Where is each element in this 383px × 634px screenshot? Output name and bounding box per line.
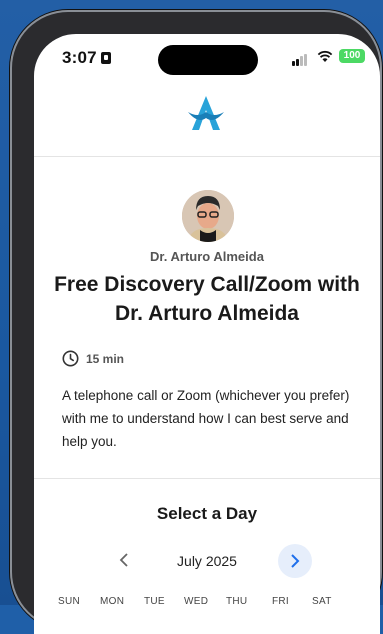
event-description: A telephone call or Zoom (whichever you … [62, 388, 350, 449]
current-month: July 2025 [177, 553, 237, 569]
status-time: 3:07 [62, 48, 111, 68]
clock-icon [62, 350, 79, 367]
dynamic-island [158, 45, 258, 75]
host-avatar [182, 190, 234, 242]
weekday-sat: SAT [312, 596, 332, 607]
phone-screen: 3:07 100 Dr. Arturo Almeida Free Discove… [34, 34, 380, 634]
status-time-text: 3:07 [62, 48, 97, 67]
section-divider [34, 478, 380, 479]
calendar-heading: Select a Day [156, 504, 258, 523]
weekday-header: SUN MON TUE WED THU FRI SAT [58, 596, 358, 612]
brand-logo-icon [188, 96, 224, 130]
weekday-thu: THU [226, 596, 248, 607]
next-month-button[interactable] [278, 544, 312, 578]
phone-frame: 3:07 100 Dr. Arturo Almeida Free Discove… [10, 10, 382, 634]
weekday-fri: FRI [272, 596, 290, 607]
weekday-mon: MON [100, 596, 125, 607]
event-title: Free Discovery Call/Zoom with Dr. Arturo… [54, 273, 360, 325]
event-duration: 15 min [86, 352, 125, 366]
weekday-sun: SUN [58, 596, 81, 607]
weekday-wed: WED [184, 596, 209, 607]
header-divider [34, 156, 380, 157]
weekday-tue: TUE [144, 596, 165, 607]
focus-badge-icon [100, 52, 111, 64]
chevron-right-icon [291, 554, 300, 568]
battery-indicator: 100 [339, 49, 365, 63]
host-name: Dr. Arturo Almeida [150, 249, 264, 264]
status-bar: 3:07 100 [34, 34, 380, 84]
wifi-icon [317, 50, 333, 62]
